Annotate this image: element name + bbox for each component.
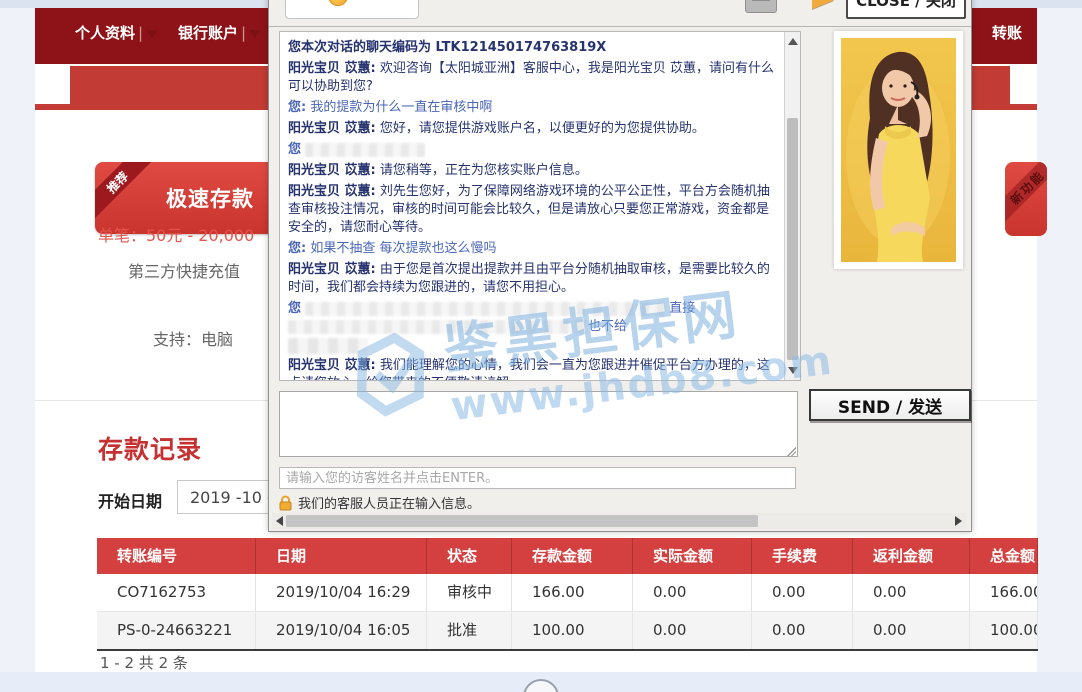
chat-message: 您: 我的提款为什么一直在审核中啊	[288, 99, 774, 117]
chat-message: 阳光宝贝 苡蕙: 您好，请您提供游戏账户名，以便更好的为您提供协助。	[288, 120, 774, 138]
deposit-method-text: 第三方快捷充值	[128, 258, 240, 282]
table-row: CO7162753 2019/10/04 16:29 审核中 166.00 0.…	[97, 574, 1038, 611]
table-header-row: 转账编号 日期 状态 存款金额 实际金额 手续费 返利金额 总金额	[97, 538, 1038, 574]
pagination-text: 1 - 2 共 2 条	[100, 652, 188, 673]
chat-toolbar: CLOSE / 关闭	[269, 0, 971, 27]
resize-grip[interactable]	[787, 447, 796, 456]
scrollbar-thumb[interactable]	[787, 118, 798, 360]
chat-message: 阳光宝贝 苡蕙: 刘先生您好，为了保障网络游戏环境的公平公正性，平台方会随机抽查…	[288, 183, 774, 237]
chevron-down-icon	[146, 30, 158, 38]
conversation-scrollbar[interactable]	[784, 32, 800, 380]
chat-session-line: 您本次对话的聊天编码为 LTK121450174763819X	[288, 39, 774, 57]
scroll-left-icon[interactable]	[276, 516, 283, 526]
nav-item-bank-account[interactable]: 银行账户|	[178, 22, 261, 43]
chat-message: 阳光宝贝 苡蕙: 我们能理解您的心情，我们会一直为您跟进并催促平台方办理的，这点…	[288, 357, 774, 381]
scroll-right-icon[interactable]	[955, 516, 962, 526]
print-icon[interactable]	[745, 0, 777, 13]
deposit-limit-text: 单笔：50元 - 20,000	[98, 222, 254, 246]
chat-message: 阳光宝贝 苡蕙: 由于您是首次提出提款并且由平台分随机抽取审核，是需要比较久的时…	[288, 261, 774, 297]
conversation-panel: 您本次对话的聊天编码为 LTK121450174763819X 阳光宝贝 苡蕙:…	[279, 31, 801, 381]
nav-item-transfer[interactable]: 转账	[992, 22, 1022, 43]
deposit-support-text: 支持：电脑	[153, 326, 233, 350]
message-input[interactable]	[279, 391, 798, 457]
chat-quick-input[interactable]	[285, 0, 419, 19]
agent-photo-illustration	[841, 38, 956, 262]
page-root: 个人资料| 银行账户| 转账 存款 推荐 极速存款 新功能 单笔：50元 - 2…	[0, 0, 1082, 692]
livechat-window: CLOSE / 关闭 您本次对话的聊天编码为 LTK12145017476381…	[268, 0, 972, 532]
lock-icon	[279, 495, 292, 511]
chat-message-redacted: 您	[288, 141, 774, 159]
nav-item-profile[interactable]: 个人资料|	[75, 22, 158, 43]
agent-photo	[834, 31, 963, 269]
start-date-label: 开始日期	[98, 488, 162, 512]
chevron-down-icon	[249, 30, 261, 38]
scrollbar-thumb[interactable]	[286, 515, 758, 527]
scroll-down-icon[interactable]	[788, 367, 798, 374]
send-transcript-icon[interactable]	[812, 0, 834, 9]
chat-message-redacted: 您 直接也不给	[288, 300, 774, 354]
table-row: PS-0-24663221 2019/10/04 16:05 批准 100.00…	[97, 611, 1038, 651]
visitor-name-input[interactable]	[279, 467, 796, 489]
chat-message: 您: 如果不抽查 每次提款也这么慢吗	[288, 240, 774, 258]
new-feature-ribbon: 新功能	[1005, 162, 1047, 229]
scroll-up-icon[interactable]	[788, 38, 798, 45]
new-feature-button[interactable]: 新功能	[1005, 162, 1047, 236]
chat-message: 阳光宝贝 苡蕙: 欢迎咨询【太阳城亚洲】客服中心，我是阳光宝贝 苡蕙，请问有什么…	[288, 60, 774, 96]
redacted-text	[305, 143, 425, 157]
chat-horizontal-scrollbar[interactable]	[272, 513, 966, 529]
emoji-icon	[328, 0, 348, 6]
records-title: 存款记录	[98, 430, 202, 466]
chat-session-code: LTK121450174763819X	[436, 40, 607, 55]
typing-status: 我们的客服人员正在输入信息。	[279, 493, 480, 512]
deposit-records-table: 转账编号 日期 状态 存款金额 实际金额 手续费 返利金额 总金额 CO7162…	[97, 538, 1038, 651]
recommend-ribbon: 推荐	[95, 162, 158, 223]
close-chat-button[interactable]: CLOSE / 关闭	[846, 0, 966, 19]
send-button[interactable]: SEND / 发送	[809, 389, 971, 421]
chat-message: 阳光宝贝 苡蕙: 请您稍等，正在为您核实账户信息。	[288, 162, 774, 180]
